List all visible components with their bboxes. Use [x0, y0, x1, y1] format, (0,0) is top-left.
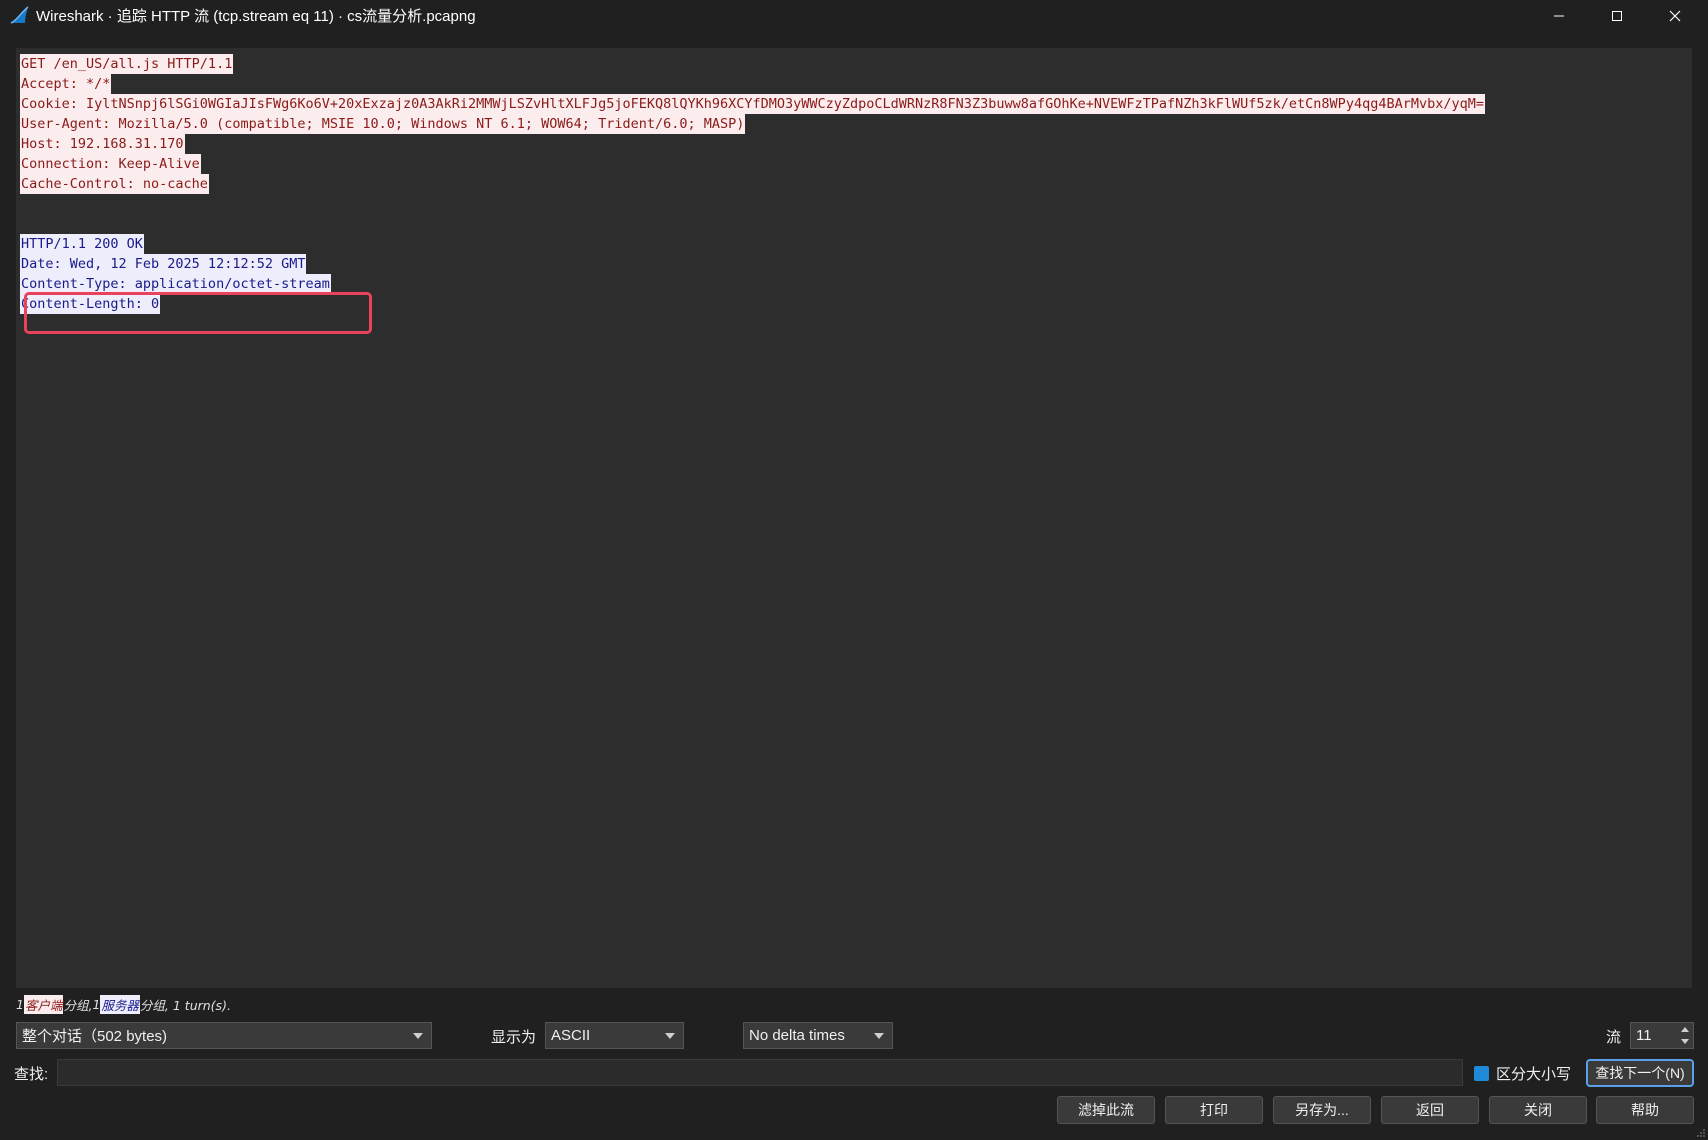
options-row: 整个对话（502 bytes) 显示为 ASCII No delta times…	[0, 1022, 1708, 1050]
client-tag: 客户端	[23, 994, 64, 1014]
client-line: User-Agent: Mozilla/5.0 (compatible; MSI…	[20, 114, 746, 134]
spin-up-button[interactable]	[1677, 1023, 1693, 1036]
packet-stats: 1 客户端 分组, 1 服务器 分组, 1 turn(s).	[16, 994, 231, 1014]
search-input[interactable]	[57, 1059, 1463, 1086]
server-line: Date: Wed, 12 Feb 2025 12:12:52 GMT	[20, 254, 307, 274]
stream-lines: GET /en_US/all.js HTTP/1.1 Accept: */* C…	[20, 54, 1485, 314]
conversation-select[interactable]: 整个对话（502 bytes)	[16, 1022, 432, 1049]
chevron-down-icon	[665, 1033, 675, 1039]
stream-content-area[interactable]: GET /en_US/all.js HTTP/1.1 Accept: */* C…	[16, 48, 1692, 988]
case-sensitive-label: 区分大小写	[1496, 1066, 1572, 1083]
title-bar[interactable]: Wireshark · 追踪 HTTP 流 (tcp.stream eq 11)…	[0, 0, 1708, 31]
client-line: Host: 192.168.31.170	[20, 134, 185, 154]
delta-times-select[interactable]: No delta times	[743, 1022, 893, 1049]
window-title: Wireshark · 追踪 HTTP 流 (tcp.stream eq 11)…	[36, 8, 476, 25]
chevron-down-icon	[874, 1033, 884, 1039]
client-line: Connection: Keep-Alive	[20, 154, 201, 174]
arrow-up-icon	[1681, 1026, 1689, 1032]
follow-stream-window: Wireshark · 追踪 HTTP 流 (tcp.stream eq 11)…	[0, 0, 1708, 1140]
filter-out-button[interactable]: 滤掉此流	[1057, 1096, 1155, 1124]
case-sensitive-checkbox[interactable]	[1474, 1066, 1489, 1081]
server-line: HTTP/1.1 200 OK	[20, 234, 144, 254]
search-label: 查找:	[14, 1066, 49, 1083]
minimize-button[interactable]	[1530, 0, 1588, 31]
search-row: 查找: 区分大小写 查找下一个(N)	[0, 1059, 1708, 1087]
server-tag: 服务器	[100, 994, 140, 1014]
stream-number-spinbox[interactable]: 11	[1630, 1022, 1694, 1049]
server-line: Content-Type: application/octet-stream	[20, 274, 331, 294]
client-line: GET /en_US/all.js HTTP/1.1	[20, 54, 234, 74]
wireshark-fin-icon	[10, 6, 29, 24]
maximize-icon	[1612, 10, 1622, 21]
client-line: Cookie: IyltNSnpj6lSGi0WGIaJIsFWg6Ko6V+2…	[20, 94, 1485, 114]
client-line: Cache-Control: no-cache	[20, 174, 209, 194]
annotation-highlight-box	[24, 292, 372, 334]
spin-down-button[interactable]	[1677, 1036, 1693, 1049]
help-button[interactable]: 帮助	[1596, 1096, 1694, 1124]
close-button[interactable]: 关闭	[1489, 1096, 1587, 1124]
save-as-button[interactable]: 另存为...	[1273, 1096, 1371, 1124]
print-button[interactable]: 打印	[1165, 1096, 1263, 1124]
close-icon	[1669, 10, 1681, 21]
action-buttons-row: 滤掉此流 打印 另存为... 返回 关闭 帮助	[0, 1096, 1708, 1124]
maximize-button[interactable]	[1588, 0, 1646, 31]
back-button[interactable]: 返回	[1381, 1096, 1479, 1124]
show-as-label: 显示为	[491, 1029, 537, 1046]
stream-label: 流	[1606, 1029, 1622, 1046]
find-next-button[interactable]: 查找下一个(N)	[1586, 1059, 1694, 1087]
minimize-icon	[1554, 15, 1564, 16]
chevron-down-icon	[413, 1033, 423, 1039]
close-window-button[interactable]	[1646, 0, 1704, 31]
spin-buttons	[1677, 1023, 1693, 1048]
arrow-down-icon	[1681, 1039, 1689, 1045]
client-line: Accept: */*	[20, 74, 112, 94]
show-as-select[interactable]: ASCII	[545, 1022, 684, 1049]
resize-grip-icon[interactable]	[1696, 1128, 1706, 1138]
